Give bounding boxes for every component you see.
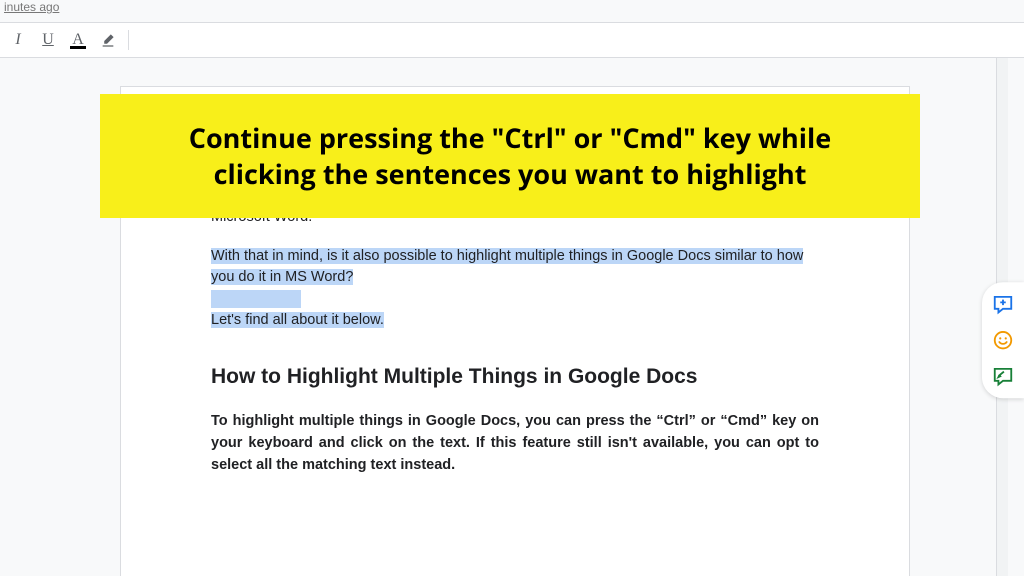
suggest-edits-button[interactable] [991, 364, 1015, 388]
add-emoji-button[interactable] [991, 328, 1015, 352]
paragraph-4[interactable]: Let's find all about it below. [211, 310, 819, 331]
formatting-toolbar: I U A [0, 22, 1024, 58]
add-comment-button[interactable] [991, 292, 1015, 316]
instruction-callout: Continue pressing the "Ctrl" or "Cmd" ke… [100, 94, 920, 218]
selected-text: Let's find all about it below. [211, 312, 384, 328]
comment-tools-panel [982, 282, 1024, 398]
last-edit-timestamp[interactable]: inutes ago [0, 0, 1024, 22]
document-canvas: Google Docs has been such an indispensab… [0, 58, 1024, 576]
toolbar-separator [128, 30, 129, 50]
highlight-color-button[interactable] [96, 28, 120, 52]
paragraph-3[interactable]: With that in mind, is it also possible t… [211, 246, 819, 288]
italic-button[interactable]: I [6, 28, 30, 52]
underline-button[interactable]: U [36, 28, 60, 52]
paragraph-5[interactable]: To highlight multiple things in Google D… [211, 411, 819, 476]
selected-text: With that in mind, is it also possible t… [211, 248, 803, 285]
text-color-button[interactable]: A [66, 28, 90, 52]
selection-gap [211, 290, 819, 308]
document-heading[interactable]: How to Highlight Multiple Things in Goog… [211, 365, 819, 389]
callout-text: Continue pressing the "Ctrl" or "Cmd" ke… [140, 120, 880, 193]
